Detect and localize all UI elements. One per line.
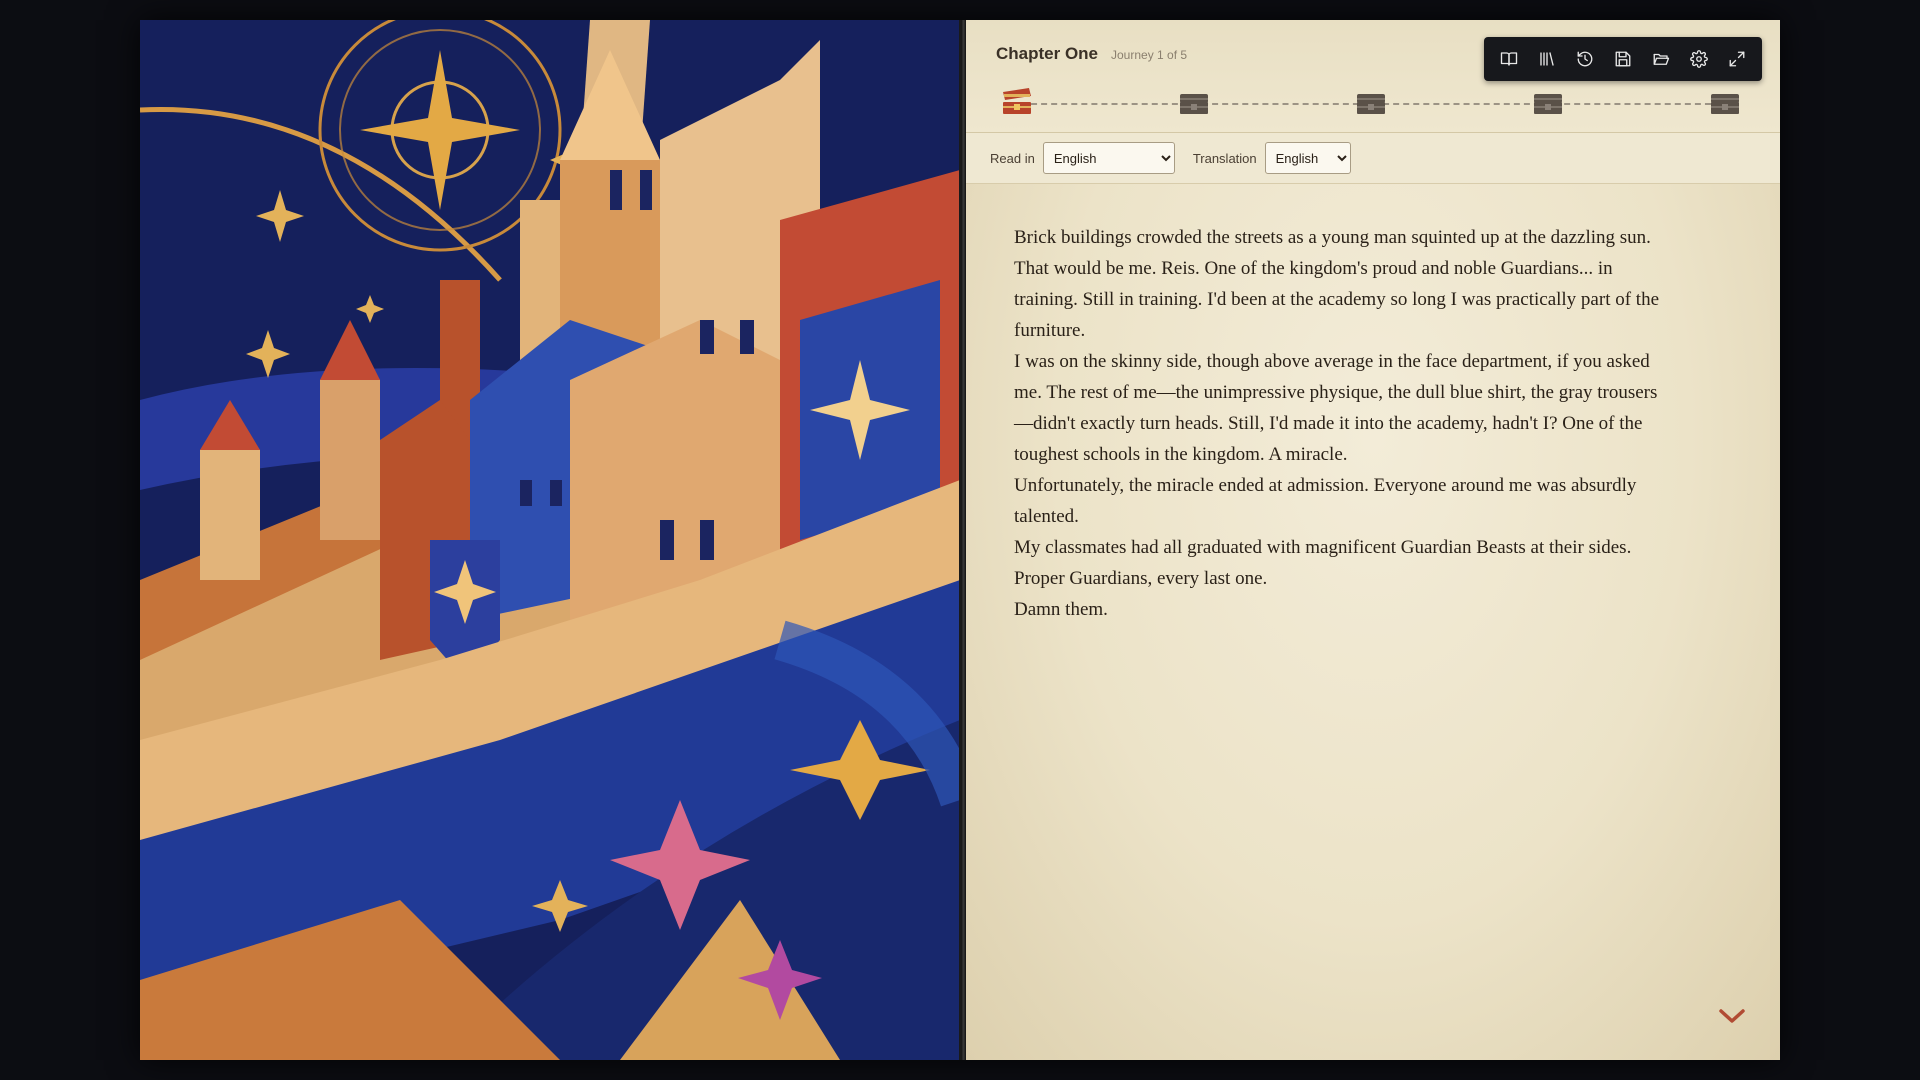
read-in-select[interactable]: English [1042,142,1175,174]
chest-icon [1357,94,1385,114]
milestone-4[interactable] [1532,88,1564,116]
story-paragraph: I was on the skinny side, though above a… [1014,351,1658,465]
fullscreen-icon [1729,51,1745,67]
milestone-2[interactable] [1178,88,1210,116]
milestone-1[interactable] [1001,88,1033,116]
chest-icon [1180,94,1208,114]
read-in-label: Read in [990,150,1035,166]
save-icon [1615,51,1631,67]
fullscreen-button[interactable] [1722,44,1752,74]
reader-toolbar [1484,37,1762,81]
save-button[interactable] [1608,44,1638,74]
gear-icon [1690,50,1708,68]
history-icon [1577,51,1593,67]
story-paragraph: Brick buildings crowded the streets as a… [1014,227,1651,248]
library-button[interactable] [1532,44,1562,74]
folder-open-icon [1653,53,1670,65]
city-illustration [140,20,959,1060]
story-paragraph: Unfortunately, the miracle ended at admi… [1014,475,1637,527]
milestone-3[interactable] [1355,88,1387,116]
chapter-title: Chapter One [996,44,1099,63]
journey-counter: Journey 1 of 5 [1111,48,1188,62]
book-icon [1500,52,1518,66]
story-paragraph: My classmates had all graduated with mag… [1014,537,1632,589]
milestone-5[interactable] [1709,88,1741,116]
scroll-down-button[interactable] [1716,1004,1748,1028]
story-text: Brick buildings crowded the streets as a… [966,184,1780,625]
journey-progress [1001,78,1741,118]
language-bar: Read in English Translation English [966,133,1780,184]
translation-label: Translation [1192,150,1257,166]
chest-icon [1711,94,1739,114]
story-paragraph: Damn them. [1014,599,1108,620]
translation-select[interactable]: English [1264,142,1351,174]
story-paragraph: That would be me. Reis. One of the kingd… [1014,258,1660,341]
chapter-illustration [140,20,961,1060]
story-page: Chapter One Journey 1 of 5 Read in Engli… [966,20,1780,1060]
chest-icon [1003,88,1031,114]
library-icon [1540,52,1554,66]
history-button[interactable] [1570,44,1600,74]
book-button[interactable] [1494,44,1524,74]
page-header: Chapter One Journey 1 of 5 [966,20,1780,133]
storybook: Chapter One Journey 1 of 5 Read in Engli… [140,20,1780,1060]
settings-button[interactable] [1684,44,1714,74]
chest-icon [1534,94,1562,114]
open-folder-button[interactable] [1646,44,1676,74]
chevron-down-icon [1719,1009,1745,1023]
